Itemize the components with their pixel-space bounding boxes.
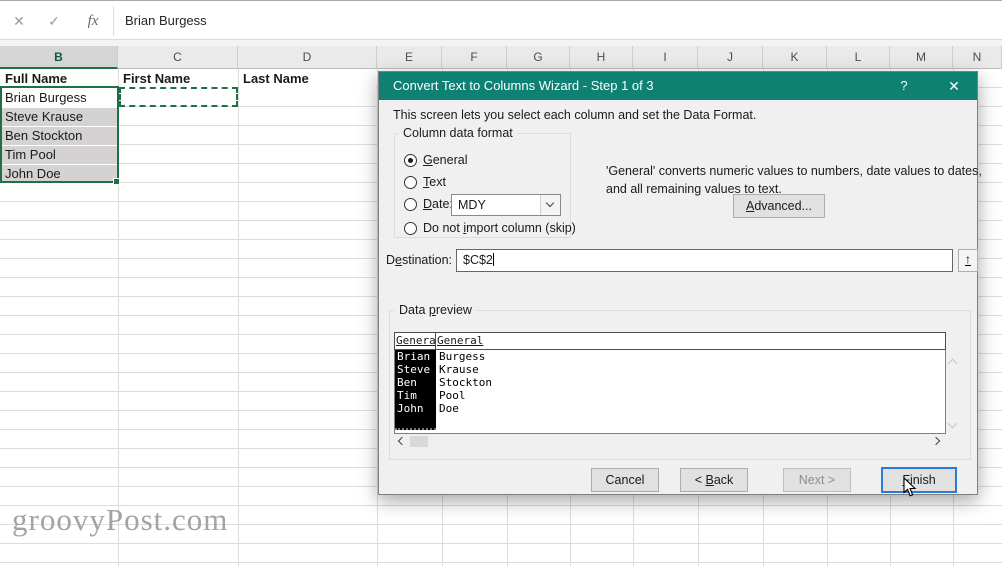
column-header-b[interactable]: B: [0, 46, 118, 69]
column-headers: B C D E F G H I J K L M N: [0, 46, 1002, 69]
date-format-value: MDY: [458, 195, 486, 215]
text-caret: [493, 253, 494, 266]
dialog-subtitle: This screen lets you select each column …: [393, 108, 756, 122]
preview-second-column[interactable]: Burgess Krause Stockton Pool Doe: [437, 350, 492, 415]
column-header-n[interactable]: N: [953, 46, 1002, 69]
column-header-f[interactable]: F: [442, 46, 507, 69]
fill-handle[interactable]: [113, 178, 120, 185]
cell-d1[interactable]: Last Name: [239, 70, 376, 88]
dialog-titlebar[interactable]: Convert Text to Columns Wizard - Step 1 …: [379, 72, 977, 100]
column-header-d[interactable]: D: [238, 46, 377, 69]
mouse-cursor: [903, 477, 918, 498]
column-header-k[interactable]: K: [763, 46, 827, 69]
advanced-button[interactable]: Advanced...: [733, 194, 825, 218]
destination-value: $C$2: [463, 253, 493, 267]
scrollbar-thumb[interactable]: [410, 436, 428, 447]
cell-b6[interactable]: John Doe: [1, 165, 117, 183]
chevron-down-icon[interactable]: [540, 195, 560, 215]
radio-label: Text: [423, 175, 446, 189]
preview-cell: Brian: [395, 350, 436, 363]
column-header-l[interactable]: L: [827, 46, 890, 69]
column-header-h[interactable]: H: [570, 46, 633, 69]
insert-function-icon[interactable]: fx: [80, 2, 106, 40]
cell-b3[interactable]: Steve Krause: [1, 108, 117, 126]
cell-c1[interactable]: First Name: [119, 70, 237, 88]
preview-cell: Steve: [395, 363, 436, 376]
preview-col2-header[interactable]: General: [436, 333, 945, 349]
cell-b1[interactable]: Full Name: [1, 70, 117, 88]
preview-cell: Pool: [437, 389, 492, 402]
text-to-columns-dialog: Convert Text to Columns Wizard - Step 1 …: [378, 71, 978, 495]
cell-b5[interactable]: Tim Pool: [1, 146, 117, 164]
preview-cell: John: [395, 402, 436, 415]
radio-text[interactable]: Text: [404, 174, 446, 190]
preview-cell: Burgess: [437, 350, 492, 363]
radio-general[interactable]: General: [404, 152, 467, 168]
radio-label: Date:: [423, 197, 453, 211]
close-icon[interactable]: ✕: [937, 72, 971, 100]
back-button[interactable]: < Back: [680, 468, 748, 492]
preview-cell: Krause: [437, 363, 492, 376]
enter-icon[interactable]: ✓: [41, 2, 67, 40]
radio-label: General: [423, 153, 467, 167]
radio-icon: [404, 176, 417, 189]
radio-skip-column[interactable]: Do not import column (skip): [404, 220, 576, 236]
finish-button[interactable]: Finish: [881, 467, 957, 493]
destination-input[interactable]: $C$2: [456, 249, 953, 272]
watermark: groovyPost.com: [12, 502, 228, 538]
radio-icon: [404, 154, 417, 167]
preview-horizontal-scrollbar[interactable]: [394, 434, 946, 449]
column-header-e[interactable]: E: [377, 46, 442, 69]
column-header-i[interactable]: I: [633, 46, 698, 69]
column-header-g[interactable]: G: [507, 46, 570, 69]
preview-cell: Doe: [437, 402, 492, 415]
destination-label: Destination:: [386, 249, 452, 272]
column-header-m[interactable]: M: [890, 46, 953, 69]
preview-selected-column[interactable]: Brian Steve Ben Tim John: [395, 350, 436, 430]
group-label: Column data format: [399, 126, 517, 140]
next-button[interactable]: Next >: [783, 468, 851, 492]
scroll-left-icon[interactable]: [398, 437, 406, 445]
formula-bar-value[interactable]: Brian Burgess: [125, 2, 207, 40]
scroll-right-icon[interactable]: [932, 437, 940, 445]
radio-icon: [404, 222, 417, 235]
preview-body[interactable]: Brian Steve Ben Tim John Burgess Krause …: [394, 350, 946, 434]
gridline: [238, 69, 239, 566]
column-header-j[interactable]: J: [698, 46, 763, 69]
radio-date[interactable]: Date:: [404, 196, 453, 212]
cell-b4[interactable]: Ben Stockton: [1, 127, 117, 145]
date-format-dropdown[interactable]: MDY: [451, 194, 561, 216]
radio-label: Do not import column (skip): [423, 221, 576, 235]
cancel-icon[interactable]: ✕: [6, 2, 32, 40]
preview-cell: Tim: [395, 389, 436, 402]
collapse-dialog-button[interactable]: ↑: [958, 249, 978, 272]
preview-col1-header[interactable]: General: [395, 333, 436, 349]
preview-cell: Ben: [395, 376, 436, 389]
general-description: 'General' converts numeric values to num…: [606, 162, 984, 198]
column-header-c[interactable]: C: [118, 46, 238, 69]
preview-header-row: General General: [394, 332, 946, 350]
cell-b2[interactable]: Brian Burgess: [1, 89, 117, 107]
destination-cell-marquee: [119, 87, 238, 107]
formula-bar: ✕ ✓ fx Brian Burgess: [0, 2, 1002, 40]
excel-window: ✕ ✓ fx Brian Burgess B C D E F G H I J K…: [0, 0, 1002, 566]
help-icon[interactable]: ?: [887, 72, 921, 100]
gridline: [118, 69, 119, 566]
collapse-dialog-icon: ↑: [965, 253, 971, 266]
preview-cell: Stockton: [437, 376, 492, 389]
radio-icon: [404, 198, 417, 211]
formula-bar-divider: [113, 6, 114, 36]
data-preview-label: Data preview: [395, 303, 476, 317]
cancel-button[interactable]: Cancel: [591, 468, 659, 492]
data-preview-table[interactable]: General General Brian Steve Ben Tim John…: [394, 332, 946, 449]
dialog-title: Convert Text to Columns Wizard - Step 1 …: [393, 72, 654, 100]
column-data-format-group: Column data format General Text Date: Do…: [394, 133, 571, 238]
